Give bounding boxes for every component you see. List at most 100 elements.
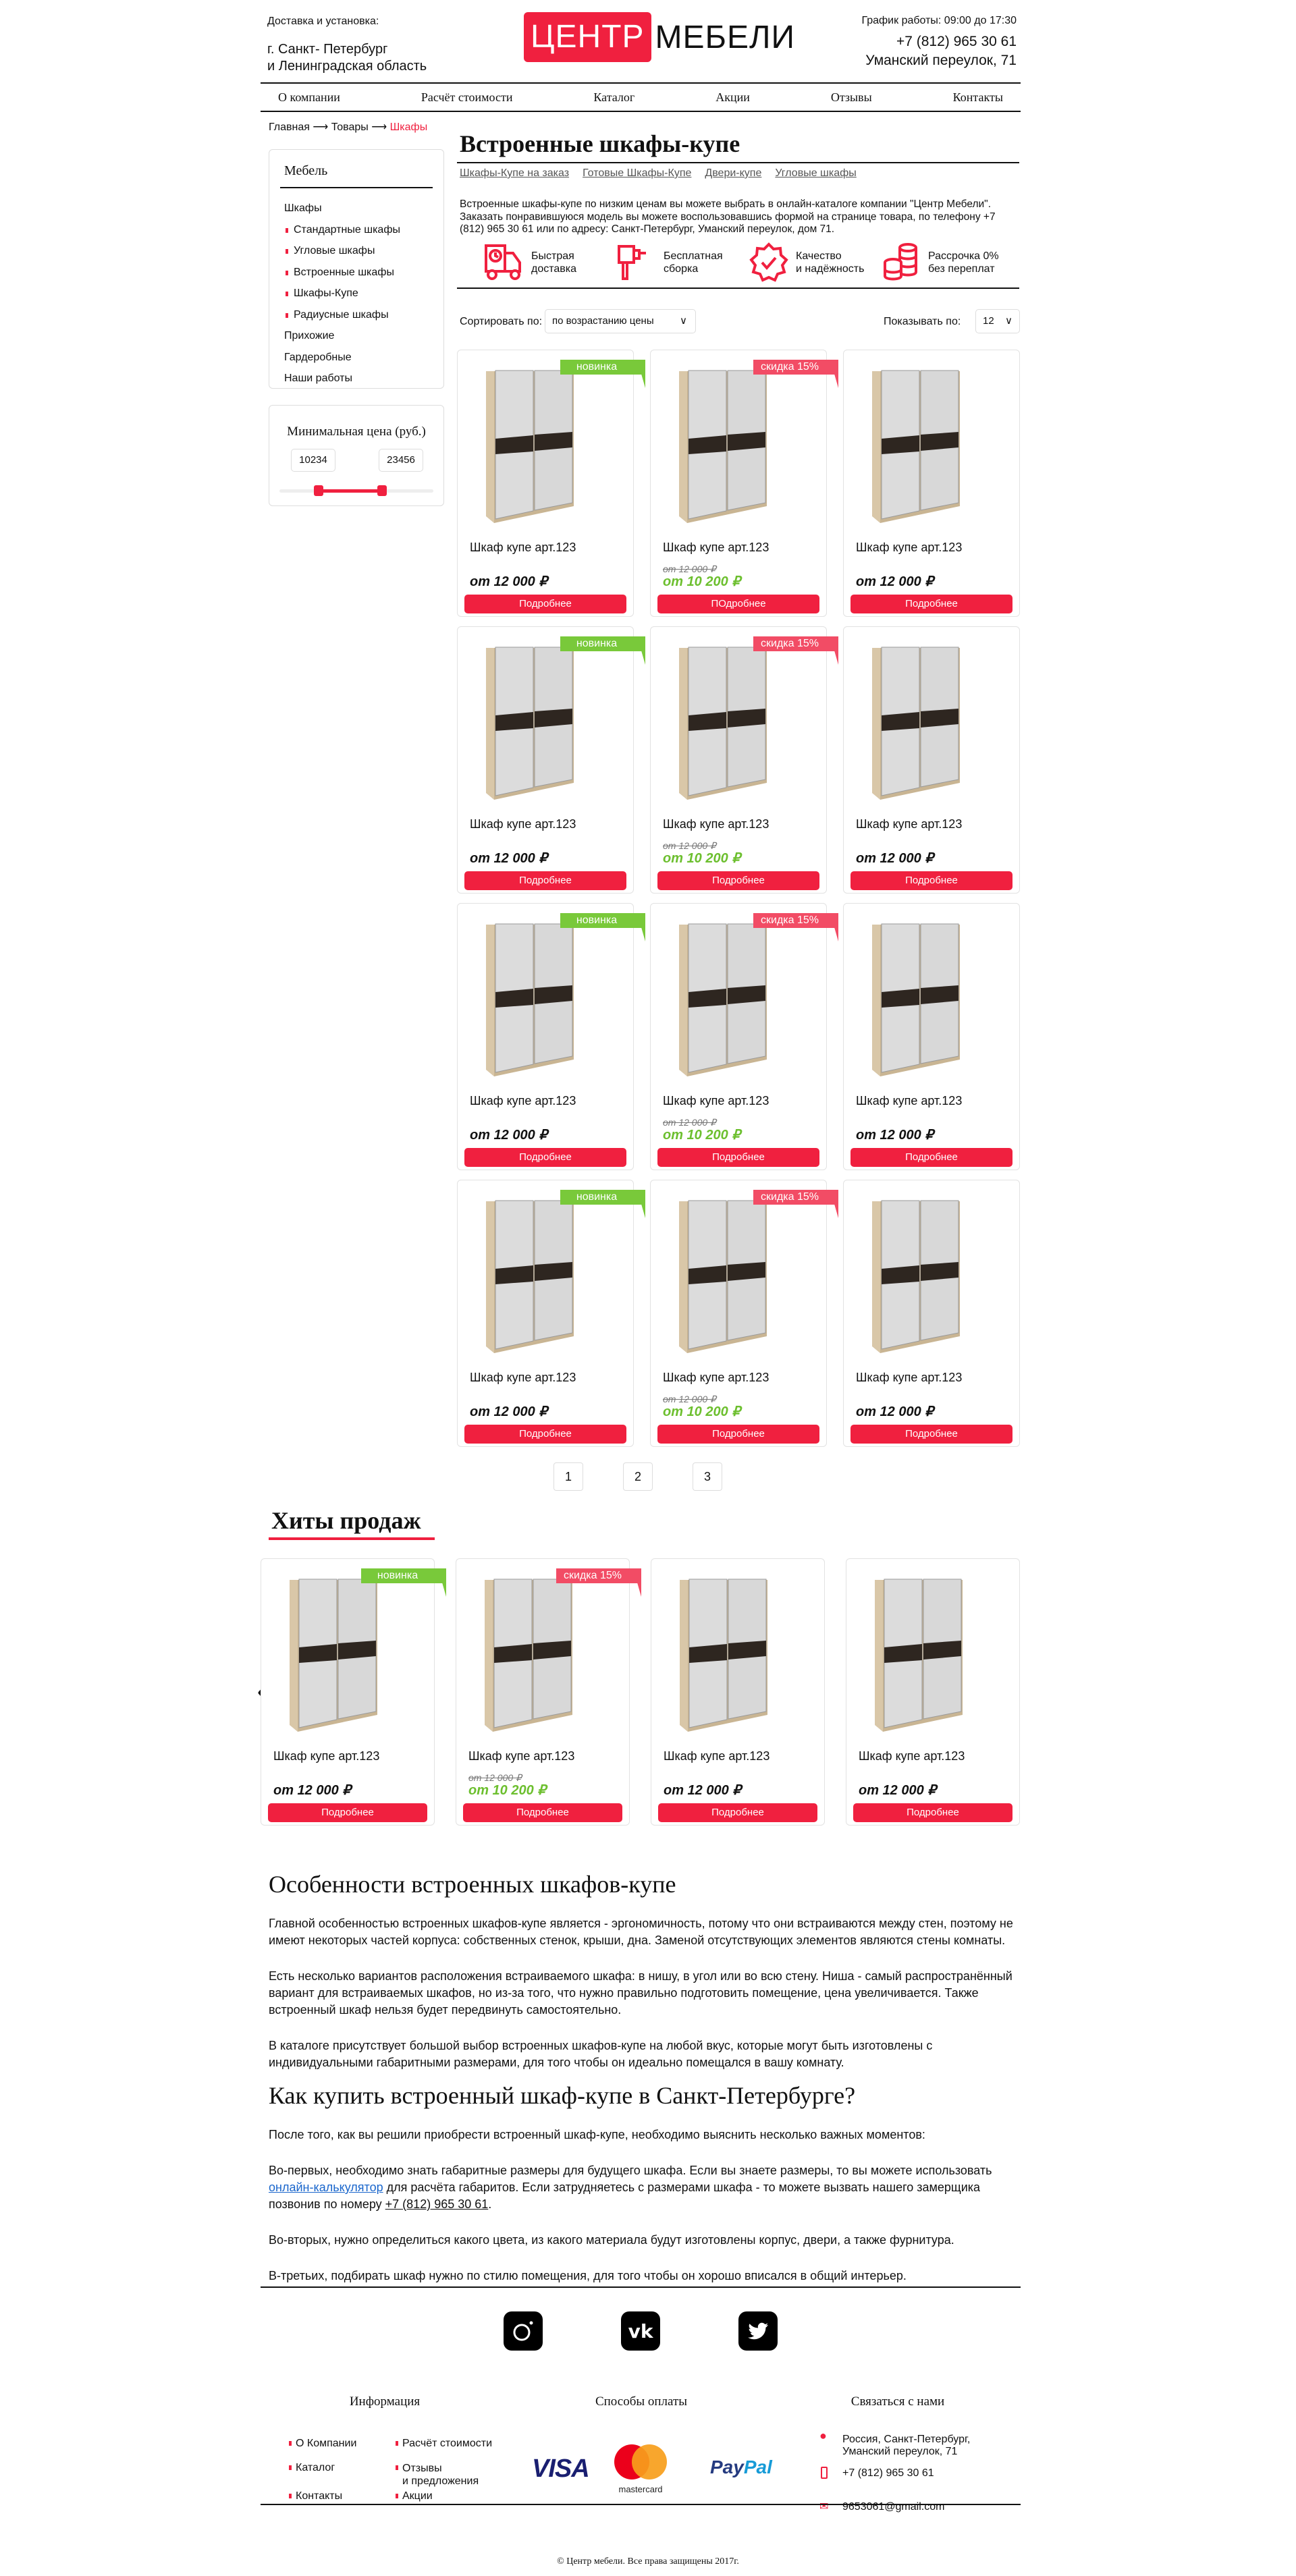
nav-price-calc[interactable]: Расчёт стоимости <box>421 90 513 105</box>
product-name[interactable]: Шкаф купе арт.123 <box>470 817 576 831</box>
page-button[interactable]: 1 <box>554 1462 583 1491</box>
product-card[interactable]: скидка 15% Шкаф купе арт.123 от 12 000 ₽ от… <box>650 350 838 617</box>
product-name[interactable]: Шкаф купе арт.123 <box>663 1094 769 1108</box>
product-image[interactable] <box>679 921 767 1080</box>
product-card[interactable]: Шкаф купе арт.123 от 12 000 ₽ Подробнее <box>846 1558 1020 1826</box>
product-image[interactable] <box>485 1577 572 1735</box>
product-card[interactable]: новинка Шкаф купе арт.123 от 12 000 ₽ Подро… <box>457 903 645 1170</box>
nav-about[interactable]: О компании <box>278 90 340 105</box>
footer-phone[interactable]: +7 (812) 965 30 61 <box>842 2467 934 2479</box>
breadcrumb-goods[interactable]: Товары <box>331 121 369 133</box>
price-min-input[interactable]: 10234 <box>291 449 335 472</box>
product-image[interactable] <box>486 645 574 803</box>
product-name[interactable]: Шкаф купе арт.123 <box>856 817 962 831</box>
sidebar-item[interactable]: Угловые шкафы <box>284 240 429 262</box>
subnav-doors[interactable]: Двери-купе <box>705 167 761 180</box>
sidebar-item[interactable]: Прихожие <box>284 325 429 347</box>
sort-select[interactable]: по возрастанию цены ∨ <box>545 309 696 333</box>
product-name[interactable]: Шкаф купе арт.123 <box>856 541 962 555</box>
details-button[interactable]: ПОдробнее <box>657 595 819 613</box>
product-image[interactable] <box>872 368 960 526</box>
footer-link-about[interactable]: О Компании <box>289 2438 356 2450</box>
product-name[interactable]: Шкаф купе арт.123 <box>856 1094 962 1108</box>
product-name[interactable]: Шкаф купе арт.123 <box>273 1749 379 1763</box>
sidebar-item[interactable]: Наши работы <box>284 368 429 389</box>
sidebar-item[interactable]: Радиусные шкафы <box>284 304 429 326</box>
product-card[interactable]: Шкаф купе арт.123 от 12 000 ₽ Подробнее <box>843 626 1020 894</box>
product-name[interactable]: Шкаф купе арт.123 <box>663 817 769 831</box>
logo[interactable]: ЦЕНТР МЕБЕЛИ <box>524 12 795 62</box>
product-image[interactable] <box>679 645 767 803</box>
details-button[interactable]: Подробнее <box>853 1803 1013 1822</box>
details-button[interactable]: Подробнее <box>464 1148 626 1167</box>
details-button[interactable]: Подробнее <box>464 595 626 613</box>
product-card[interactable]: скидка 15% Шкаф купе арт.123 от 12 000 ₽ от… <box>650 903 838 1170</box>
product-name[interactable]: Шкаф купе арт.123 <box>470 1094 576 1108</box>
sidebar-item[interactable]: Шкафы <box>284 198 429 219</box>
product-name[interactable]: Шкаф купе арт.123 <box>663 1371 769 1385</box>
nav-promotions[interactable]: Акции <box>716 90 750 105</box>
product-image[interactable] <box>680 1577 767 1735</box>
details-button[interactable]: Подробнее <box>268 1803 427 1822</box>
product-card[interactable]: новинка Шкаф купе арт.123 от 12 000 ₽ Подро… <box>457 1180 645 1447</box>
product-card[interactable]: Шкаф купе арт.123 от 12 000 ₽ Подробнее <box>843 903 1020 1170</box>
product-card[interactable]: скидка 15% Шкаф купе арт.123 от 12 000 ₽ от… <box>650 626 838 894</box>
product-card[interactable]: Шкаф купе арт.123 от 12 000 ₽ Подробнее <box>843 1180 1020 1447</box>
page-button[interactable]: 3 <box>693 1462 722 1491</box>
details-button[interactable]: Подробнее <box>850 1148 1013 1167</box>
breadcrumb-home[interactable]: Главная <box>269 121 310 133</box>
product-card[interactable]: Шкаф купе арт.123 от 12 000 ₽ Подробнее <box>843 350 1020 617</box>
product-card[interactable]: скидка 15% Шкаф купе арт.123 от 12 000 ₽ от… <box>456 1558 641 1826</box>
sidebar-item[interactable]: Гардеробные <box>284 347 429 368</box>
product-card[interactable]: Шкаф купе арт.123 от 12 000 ₽ Подробнее <box>651 1558 825 1826</box>
footer-link-promotions[interactable]: Акции <box>396 2490 433 2502</box>
footer-link-reviews[interactable]: Отзывы и предложения <box>396 2462 479 2488</box>
footer-email[interactable]: 9653061@gmail.com <box>842 2501 944 2513</box>
details-button[interactable]: Подробнее <box>657 1425 819 1444</box>
details-button[interactable]: Подробнее <box>464 871 626 890</box>
product-card[interactable]: скидка 15% Шкаф купе арт.123 от 12 000 ₽ от… <box>650 1180 838 1447</box>
product-image[interactable] <box>872 921 960 1080</box>
details-button[interactable]: Подробнее <box>850 1425 1013 1444</box>
product-image[interactable] <box>872 645 960 803</box>
footer-link-calc[interactable]: Расчёт стоимости <box>396 2438 492 2450</box>
subnav-ready[interactable]: Готовые Шкафы-Купе <box>583 167 691 180</box>
product-name[interactable]: Шкаф купе арт.123 <box>856 1371 962 1385</box>
product-image[interactable] <box>486 368 574 526</box>
product-name[interactable]: Шкаф купе арт.123 <box>663 541 769 555</box>
footer-link-contacts[interactable]: Контакты <box>289 2490 342 2502</box>
product-card[interactable]: новинка Шкаф купе арт.123 от 12 000 ₽ Подро… <box>261 1558 446 1826</box>
instagram-icon[interactable] <box>504 2311 543 2351</box>
calculator-link[interactable]: онлайн-калькулятор <box>269 2181 383 2194</box>
vk-icon[interactable]: vk <box>621 2311 660 2351</box>
details-button[interactable]: Подробнее <box>463 1803 622 1822</box>
twitter-icon[interactable] <box>738 2311 778 2351</box>
details-button[interactable]: Подробнее <box>464 1425 626 1444</box>
product-name[interactable]: Шкаф купе арт.123 <box>468 1749 574 1763</box>
sidebar-item[interactable]: Встроенные шкафы <box>284 262 429 283</box>
product-image[interactable] <box>875 1577 963 1735</box>
price-slider-max-handle[interactable] <box>377 485 387 496</box>
phone-link[interactable]: +7 (812) 965 30 61 <box>385 2197 489 2211</box>
footer-link-catalog[interactable]: Каталог <box>289 2462 335 2474</box>
details-button[interactable]: Подробнее <box>657 1148 819 1167</box>
product-image[interactable] <box>679 1198 767 1356</box>
nav-contacts[interactable]: Контакты <box>953 90 1003 105</box>
product-card[interactable]: новинка Шкаф купе арт.123 от 12 000 ₽ Подро… <box>457 350 645 617</box>
details-button[interactable]: Подробнее <box>658 1803 817 1822</box>
nav-reviews[interactable]: Отзывы <box>831 90 872 105</box>
nav-catalog[interactable]: Каталог <box>593 90 634 105</box>
product-image[interactable] <box>872 1198 960 1356</box>
product-image[interactable] <box>290 1577 377 1735</box>
details-button[interactable]: Подробнее <box>850 871 1013 890</box>
header-phone[interactable]: +7 (812) 965 30 61 <box>861 34 1017 50</box>
sidebar-item[interactable]: Стандартные шкафы <box>284 219 429 241</box>
price-slider-min-handle[interactable] <box>313 485 323 496</box>
show-count-select[interactable]: 12 ∨ <box>975 309 1020 333</box>
product-name[interactable]: Шкаф купе арт.123 <box>470 541 576 555</box>
subnav-custom[interactable]: Шкафы-Купе на заказ <box>460 167 569 180</box>
page-button[interactable]: 2 <box>623 1462 653 1491</box>
product-image[interactable] <box>486 921 574 1080</box>
product-name[interactable]: Шкаф купе арт.123 <box>664 1749 770 1763</box>
product-name[interactable]: Шкаф купе арт.123 <box>859 1749 965 1763</box>
